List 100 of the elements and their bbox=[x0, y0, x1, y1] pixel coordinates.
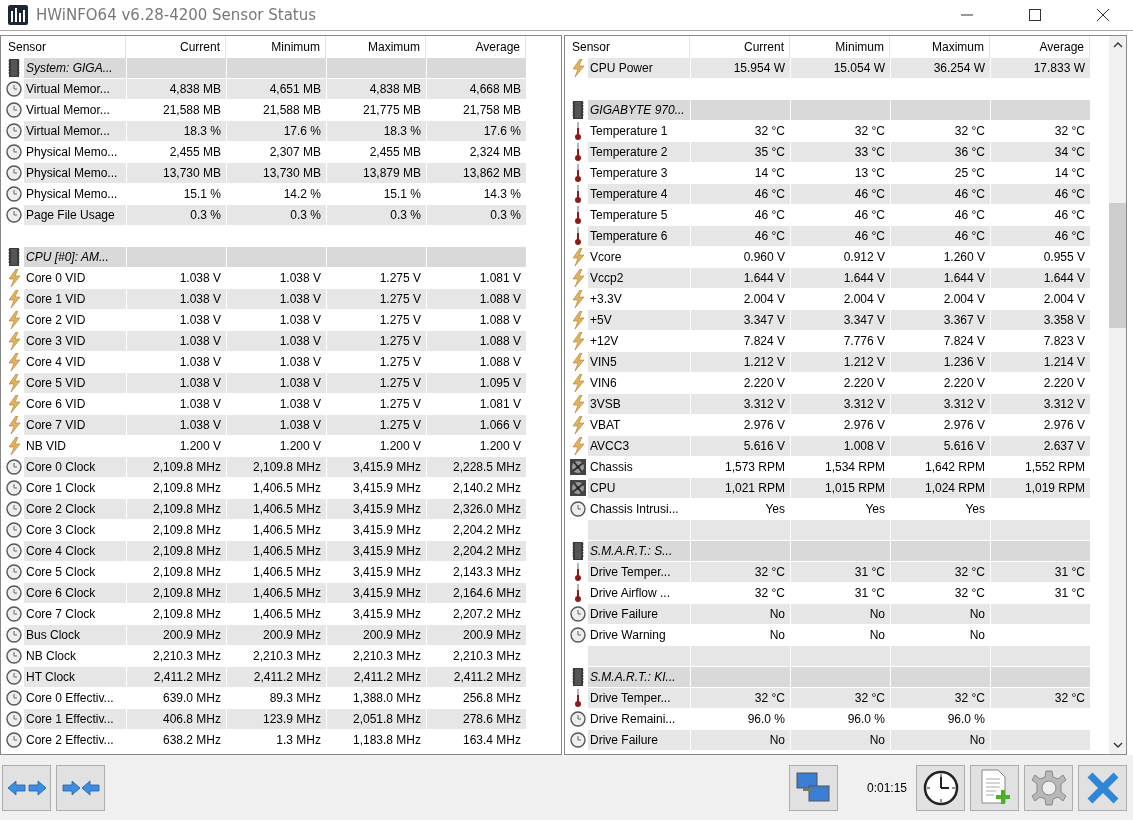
column-header[interactable]: Average bbox=[426, 35, 526, 58]
table-row[interactable]: Core 0 VID 1.038 V 1.038 V 1.275 V 1.081 V bbox=[24, 267, 526, 288]
column-header[interactable]: Average bbox=[990, 35, 1090, 58]
table-row[interactable]: NB VID 1.200 V 1.200 V 1.200 V 1.200 V bbox=[24, 435, 526, 456]
table-row[interactable]: Core 5 Clock 2,109.8 MHz 1,406.5 MHz 3,415.9 MHz 2,143.3 MHz bbox=[24, 561, 526, 582]
column-header[interactable]: Current bbox=[690, 35, 790, 58]
table-row[interactable]: Core 7 Clock 2,109.8 MHz 1,406.5 MHz 3,415.9 MHz 2,207.2 MHz bbox=[24, 603, 526, 624]
table-cell: 46 °C bbox=[1054, 228, 1085, 243]
close-button[interactable] bbox=[1078, 764, 1127, 811]
table-row[interactable]: CPU Power 15.954 W 15.054 W 36.254 W 17.833 W bbox=[588, 57, 1090, 78]
table-cell: 2.220 V bbox=[943, 375, 985, 390]
group-row[interactable]: S.M.A.R.T.: KI... bbox=[588, 666, 1090, 687]
table-row[interactable]: Drive Temper... 32 °C 32 °C 32 °C 32 °C bbox=[588, 687, 1090, 708]
table-row[interactable]: Virtual Memor... 4,838 MB 4,651 MB 4,838 MB 4,668 MB bbox=[24, 78, 526, 99]
table-row[interactable]: Chassis Intrusi... Yes Yes Yes bbox=[588, 498, 1090, 519]
group-row[interactable]: System: GIGA... bbox=[24, 57, 526, 78]
scrollbar-thumb[interactable] bbox=[1109, 202, 1126, 328]
table-row[interactable]: Core 1 Effectiv... 406.8 MHz 123.9 MHz 2,051.8 MHz 278.6 MHz bbox=[24, 708, 526, 729]
clock-icon bbox=[6, 123, 22, 140]
close-icon[interactable] bbox=[1097, 8, 1109, 21]
column-header[interactable]: Maximum bbox=[890, 35, 990, 58]
table-cell: 32 °C bbox=[754, 585, 785, 600]
table-row[interactable]: VIN5 1.212 V 1.212 V 1.236 V 1.214 V bbox=[588, 351, 1090, 372]
table-row[interactable]: Chassis 1,573 RPM 1,534 RPM 1,642 RPM 1,552 RPM bbox=[588, 456, 1090, 477]
table-row[interactable]: Virtual Memor... 21,588 MB 21,588 MB 21,775 MB 21,758 MB bbox=[24, 99, 526, 120]
clock-button[interactable] bbox=[916, 764, 965, 811]
expand-button[interactable] bbox=[2, 764, 51, 811]
table-row[interactable]: CPU 1,021 RPM 1,015 RPM 1,024 RPM 1,019 RPM bbox=[588, 477, 1090, 498]
table-cell: 2,109.8 MHz bbox=[152, 501, 221, 516]
column-header[interactable]: Maximum bbox=[326, 35, 426, 58]
table-row[interactable]: +12V 7.824 V 7.776 V 7.824 V 7.823 V bbox=[588, 330, 1090, 351]
table-row[interactable]: Core 6 VID 1.038 V 1.038 V 1.275 V 1.081 V bbox=[24, 393, 526, 414]
table-row[interactable]: Temperature 6 46 °C 46 °C 46 °C 46 °C bbox=[588, 225, 1090, 246]
table-row[interactable]: Drive Temper... 32 °C 31 °C 32 °C 31 °C bbox=[588, 561, 1090, 582]
table-row[interactable]: Vcore 0.960 V 0.912 V 1.260 V 0.955 V bbox=[588, 246, 1090, 267]
table-row[interactable]: Drive Warning No No No bbox=[588, 624, 1090, 645]
table-row[interactable]: Core 4 VID 1.038 V 1.038 V 1.275 V 1.088 V bbox=[24, 351, 526, 372]
table-row[interactable]: Temperature 3 14 °C 13 °C 25 °C 14 °C bbox=[588, 162, 1090, 183]
table-row[interactable]: Drive Failure No No No bbox=[588, 729, 1090, 750]
column-header[interactable]: Current bbox=[126, 35, 226, 58]
collapse-button[interactable] bbox=[56, 764, 105, 811]
table-cell: 639.0 MHz bbox=[162, 690, 221, 705]
maximize-icon[interactable] bbox=[1029, 8, 1041, 21]
arrows-inward-icon bbox=[60, 777, 101, 798]
group-row[interactable]: S.M.A.R.T.: S... bbox=[588, 540, 1090, 561]
network-button[interactable] bbox=[788, 764, 838, 811]
table-row[interactable]: +5V 3.347 V 3.347 V 3.367 V 3.358 V bbox=[588, 309, 1090, 330]
table-row[interactable]: Core 6 Clock 2,109.8 MHz 1,406.5 MHz 3,415.9 MHz 2,164.6 MHz bbox=[24, 582, 526, 603]
table-row[interactable]: Physical Memo... 2,455 MB 2,307 MB 2,455 MB 2,324 MB bbox=[24, 141, 526, 162]
group-row[interactable]: GIGABYTE 970... bbox=[588, 99, 1090, 120]
table-row[interactable]: Core 1 Clock 2,109.8 MHz 1,406.5 MHz 3,415.9 MHz 2,140.2 MHz bbox=[24, 477, 526, 498]
log-button[interactable] bbox=[970, 764, 1019, 811]
table-row[interactable]: Core 5 VID 1.038 V 1.038 V 1.275 V 1.095 V bbox=[24, 372, 526, 393]
table-cell: 3,415.9 MHz bbox=[352, 480, 421, 495]
table-row[interactable]: Core 7 VID 1.038 V 1.038 V 1.275 V 1.066 V bbox=[24, 414, 526, 435]
chevron-down-icon[interactable] bbox=[1112, 741, 1123, 748]
table-cell: 1,552 RPM bbox=[1024, 459, 1085, 474]
window-title: HWiNFO64 v6.28-4200 Sensor Status bbox=[36, 5, 317, 24]
group-row[interactable]: CPU [#0]: AM... bbox=[24, 246, 526, 267]
table-row[interactable]: Core 4 Clock 2,109.8 MHz 1,406.5 MHz 3,415.9 MHz 2,204.2 MHz bbox=[24, 540, 526, 561]
table-row[interactable]: Vccp2 1.644 V 1.644 V 1.644 V 1.644 V bbox=[588, 267, 1090, 288]
table-row[interactable]: Core 2 Clock 2,109.8 MHz 1,406.5 MHz 3,415.9 MHz 2,326.0 MHz bbox=[24, 498, 526, 519]
table-row[interactable]: Core 3 Clock 2,109.8 MHz 1,406.5 MHz 3,415.9 MHz 2,204.2 MHz bbox=[24, 519, 526, 540]
column-header[interactable]: Sensor bbox=[568, 35, 690, 58]
table-row[interactable]: Core 2 Effectiv... 638.2 MHz 1.3 MHz 1,183.8 MHz 163.4 MHz bbox=[24, 729, 526, 750]
table-row[interactable]: VBAT 2.976 V 2.976 V 2.976 V 2.976 V bbox=[588, 414, 1090, 435]
settings-button[interactable] bbox=[1024, 764, 1073, 811]
table-row[interactable]: Drive Remaini... 96.0 % 96.0 % 96.0 % bbox=[588, 708, 1090, 729]
table-row[interactable]: Virtual Memor... 18.3 % 17.6 % 18.3 % 17.6 % bbox=[24, 120, 526, 141]
table-row[interactable]: Drive Airflow ... 32 °C 31 °C 32 °C 31 °C bbox=[588, 582, 1090, 603]
sensor-name: CPU bbox=[589, 479, 617, 497]
table-row[interactable]: NB Clock 2,210.3 MHz 2,210.3 MHz 2,210.3 MHz 2,210.3 MHz bbox=[24, 645, 526, 666]
table-row[interactable]: Temperature 4 46 °C 46 °C 46 °C 46 °C bbox=[588, 183, 1090, 204]
table-row[interactable]: Temperature 1 32 °C 32 °C 32 °C 32 °C bbox=[588, 120, 1090, 141]
table-row[interactable]: 3VSB 3.312 V 3.312 V 3.312 V 3.312 V bbox=[588, 393, 1090, 414]
table-row[interactable]: +3.3V 2.004 V 2.004 V 2.004 V 2.004 V bbox=[588, 288, 1090, 309]
table-row[interactable]: HT Clock 2,411.2 MHz 2,411.2 MHz 2,411.2 MHz 2,411.2 MHz bbox=[24, 666, 526, 687]
table-row[interactable]: Core 1 VID 1.038 V 1.038 V 1.275 V 1.088 V bbox=[24, 288, 526, 309]
table-row[interactable]: AVCC3 5.616 V 1.008 V 5.616 V 2.637 V bbox=[588, 435, 1090, 456]
table-cell: 3.347 V bbox=[743, 312, 785, 327]
table-row[interactable]: Temperature 2 35 °C 33 °C 36 °C 34 °C bbox=[588, 141, 1090, 162]
table-row[interactable]: Temperature 5 46 °C 46 °C 46 °C 46 °C bbox=[588, 204, 1090, 225]
table-row[interactable]: Bus Clock 200.9 MHz 200.9 MHz 200.9 MHz 200.9 MHz bbox=[24, 624, 526, 645]
table-row[interactable]: VIN6 2.220 V 2.220 V 2.220 V 2.220 V bbox=[588, 372, 1090, 393]
table-row[interactable]: Core 0 Clock 2,109.8 MHz 2,109.8 MHz 3,415.9 MHz 2,228.5 MHz bbox=[24, 456, 526, 477]
table-cell: 46 °C bbox=[1054, 207, 1085, 222]
table-row[interactable]: Page File Usage 0.3 % 0.3 % 0.3 % 0.3 % bbox=[24, 204, 526, 225]
chevron-up-icon[interactable] bbox=[1112, 41, 1123, 48]
scrollbar[interactable] bbox=[1109, 35, 1126, 754]
table-row[interactable]: Physical Memo... 13,730 MB 13,730 MB 13,879 MB 13,862 MB bbox=[24, 162, 526, 183]
table-row[interactable]: Core 0 Effectiv... 639.0 MHz 89.3 MHz 1,388.0 MHz 256.8 MHz bbox=[24, 687, 526, 708]
table-row[interactable]: Core 2 VID 1.038 V 1.038 V 1.275 V 1.088 V bbox=[24, 309, 526, 330]
table-row[interactable]: Drive Failure No No No bbox=[588, 603, 1090, 624]
table-cell: 1,406.5 MHz bbox=[252, 543, 321, 558]
column-header[interactable]: Minimum bbox=[790, 35, 890, 58]
table-cell: 32 °C bbox=[754, 123, 785, 138]
column-header[interactable]: Sensor bbox=[4, 35, 126, 58]
table-row[interactable]: Physical Memo... 15.1 % 14.2 % 15.1 % 14.3 % bbox=[24, 183, 526, 204]
table-row[interactable]: Core 3 VID 1.038 V 1.038 V 1.275 V 1.088 V bbox=[24, 330, 526, 351]
column-header[interactable]: Minimum bbox=[226, 35, 326, 58]
